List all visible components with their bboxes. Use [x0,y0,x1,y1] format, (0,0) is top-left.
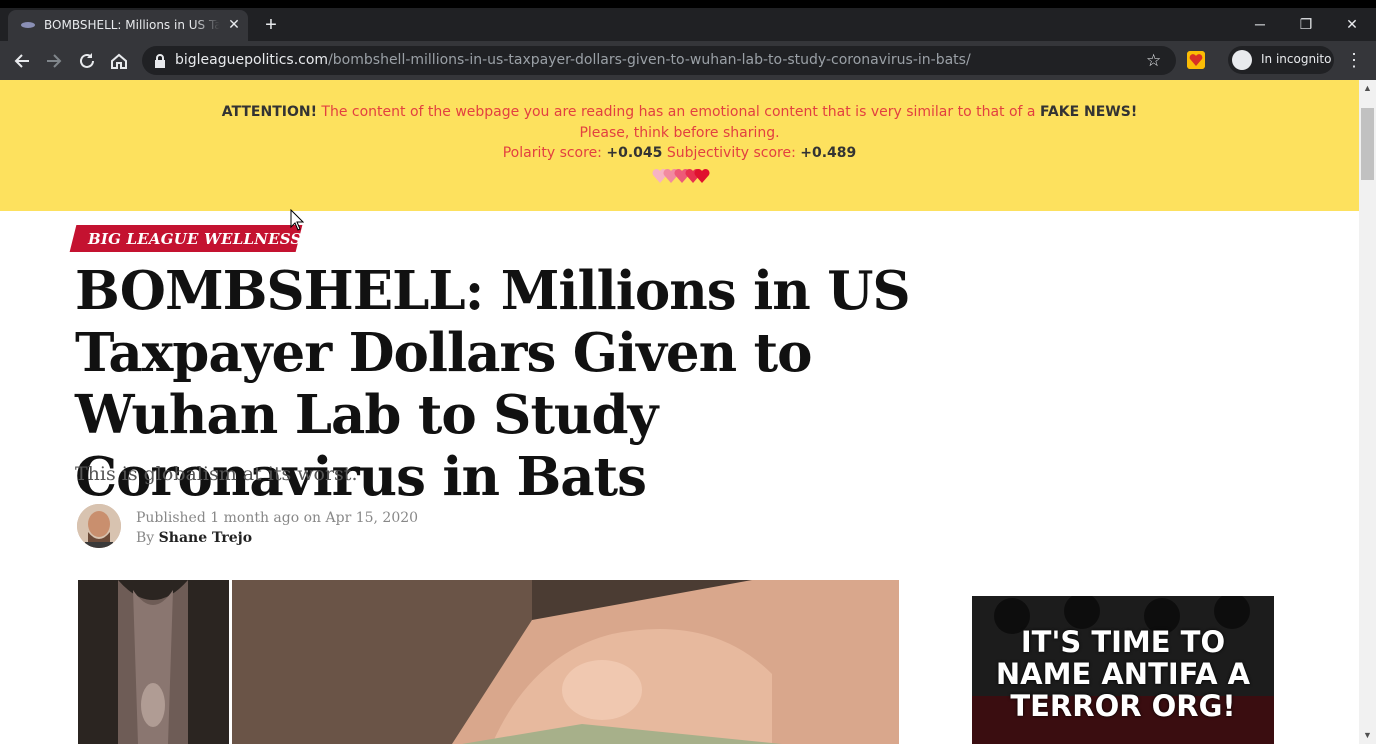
home-icon[interactable] [108,50,130,72]
scroll-up-icon[interactable]: ▲ [1362,83,1373,94]
back-icon[interactable] [11,50,33,72]
banner-message: The content of the webpage you are readi… [316,104,1040,120]
hero-image-bat [78,580,229,744]
author-avatar[interactable] [77,504,121,548]
banner-line-2: Please, think before sharing. [579,125,780,141]
url-text: bigleaguepolitics.com/bombshell-millions… [175,52,971,68]
money-image [232,580,899,744]
scroll-down-icon[interactable]: ▼ [1362,730,1373,741]
extension-heart-icon[interactable] [1187,51,1205,69]
banner-fake-news: FAKE NEWS! [1039,104,1138,120]
incognito-icon [1232,50,1252,70]
new-tab-icon[interactable]: + [262,15,280,35]
emotion-hearts-icon [652,168,710,183]
article-subhead: This is globalism at its worst. [75,463,358,485]
bat-image [78,580,229,744]
warning-banner: ATTENTION! The content of the webpage yo… [0,80,1359,211]
by-label: By [136,530,159,546]
scroll-thumb[interactable] [1361,108,1374,180]
site-favicon-icon [21,22,35,28]
subjectivity-value: +0.489 [800,145,857,161]
address-bar[interactable]: bigleaguepolitics.com/bombshell-millions… [142,46,1176,75]
incognito-indicator[interactable]: In incognito [1228,46,1334,74]
ad-banner[interactable]: IT'S TIME TO NAME ANTIFA A TERROR ORG! [972,596,1274,744]
author-face-icon [77,504,121,548]
banner-attention: ATTENTION! [221,104,317,120]
subjectivity-label: Subjectivity score: [662,145,801,161]
browser-toolbar: bigleaguepolitics.com/bombshell-millions… [0,41,1376,80]
author-byline: By Shane Trejo [136,530,252,546]
tab-title: BOMBSHELL: Millions in US Taxpayer Dolla… [44,18,220,32]
lock-icon [155,54,165,68]
ad-text: IT'S TIME TO NAME ANTIFA A TERROR ORG! [995,625,1251,723]
author-name[interactable]: Shane Trejo [159,530,252,546]
page-scrollbar[interactable]: ▲ ▼ [1359,80,1376,744]
browser-menu-icon[interactable]: ⋮ [1345,49,1363,71]
banner-scores: Polarity score: +0.045 Subjectivity scor… [0,145,1359,161]
polarity-value: +0.045 [606,145,663,161]
reload-icon[interactable] [76,50,98,72]
close-window-icon[interactable]: ✕ [1342,14,1362,34]
published-date: Published 1 month ago on Apr 15, 2020 [136,510,419,526]
bookmark-star-icon[interactable]: ☆ [1146,51,1161,71]
category-label[interactable]: BIG LEAGUE WELLNESS [88,230,302,248]
tab-active[interactable]: BOMBSHELL: Millions in US Taxpayer Dolla… [8,10,248,41]
mouse-cursor-icon [290,209,304,231]
banner-line-1: ATTENTION! The content of the webpage yo… [0,104,1359,120]
incognito-label: In incognito [1261,52,1332,66]
window-top-strip [0,0,1376,8]
minimize-icon[interactable]: ─ [1250,14,1270,34]
polarity-label: Polarity score: [502,145,607,161]
hero-image-money [232,580,899,744]
restore-icon[interactable]: ❐ [1296,14,1316,34]
tab-bar: BOMBSHELL: Millions in US Taxpayer Dolla… [0,8,1376,41]
forward-icon[interactable] [43,50,65,72]
tab-close-icon[interactable]: ✕ [226,16,242,32]
